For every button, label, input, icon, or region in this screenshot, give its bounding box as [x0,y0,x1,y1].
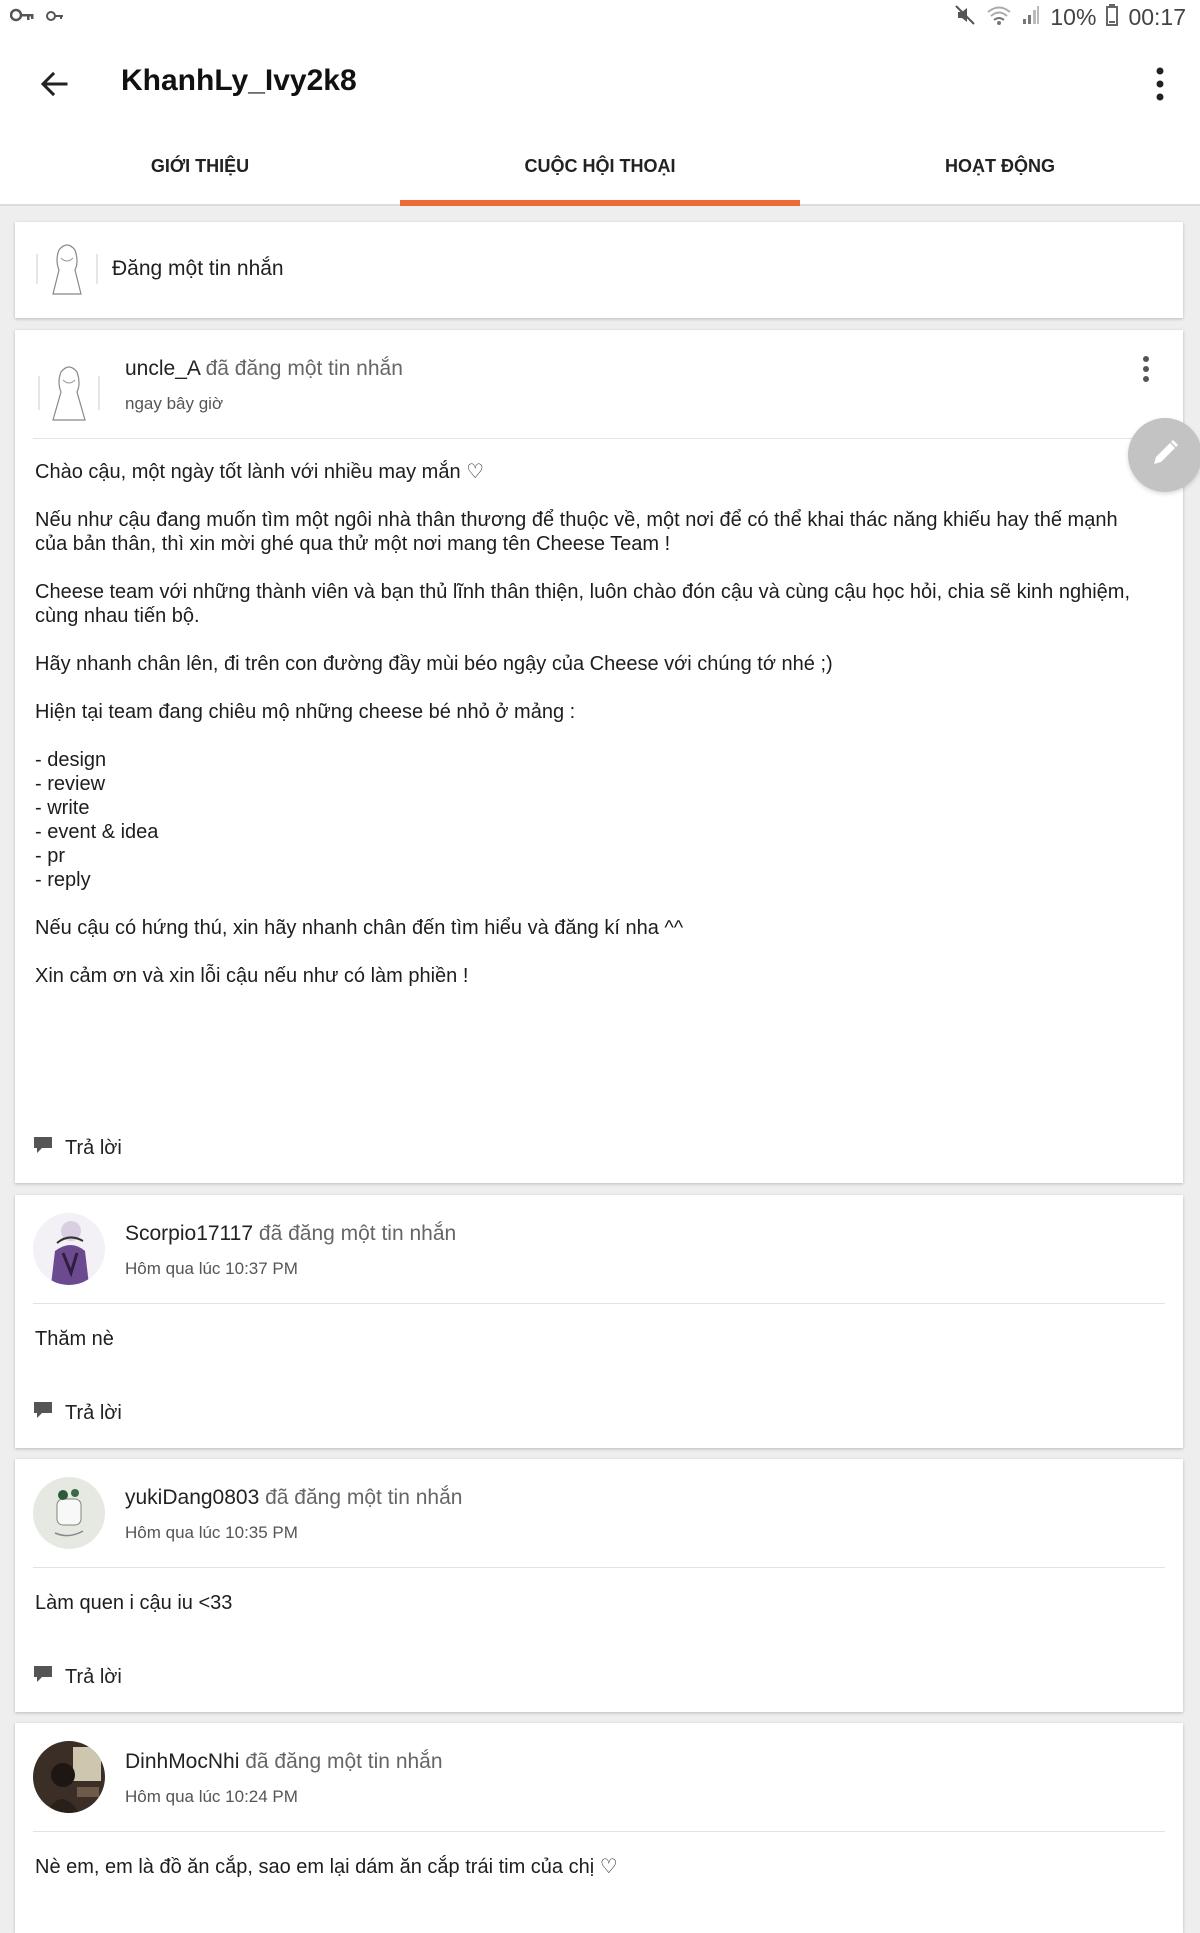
composer-card[interactable]: Đăng một tin nhắn [15,222,1183,318]
author-verb: đã đăng một tin nhắn [258,1222,457,1245]
divider [33,1567,1165,1568]
message-header: Scorpio17117 đã đăng một tin nhắn Hôm qu… [15,1195,1183,1303]
status-bar: 10% 00:17 [0,0,1200,38]
reply-button[interactable]: Trả lời [33,1136,122,1160]
app-bar: KhanhLy_Ivy2k8 [0,38,1200,128]
message-card: DinhMocNhi đã đăng một tin nhắn Hôm qua … [15,1723,1183,1933]
tab-gioi-thieu[interactable]: GIỚI THIỆU [0,128,400,204]
author-name[interactable]: Scorpio17117 [125,1222,253,1245]
divider [33,1831,1165,1832]
mute-icon [954,4,976,31]
battery-percent: 10% [1050,4,1097,30]
message-header: DinhMocNhi đã đăng một tin nhắn Hôm qua … [15,1723,1183,1831]
tab-bar: GIỚI THIỆU CUỘC HỘI THOẠI HOẠT ĐỘNG [0,128,1200,206]
avatar [31,234,103,306]
back-button[interactable] [34,64,74,104]
message-card: Scorpio17117 đã đăng một tin nhắn Hôm qu… [15,1195,1183,1448]
key-icon [9,8,34,27]
message-card: yukiDang0803 đã đăng một tin nhắn Hôm qu… [15,1459,1183,1712]
message-body: Nè em, em là đồ ăn cắp, sao em lại dám ă… [35,1856,618,1878]
more-options-button[interactable] [1140,62,1180,106]
author-verb: đã đăng một tin nhắn [245,1750,443,1773]
tab-cuoc-hoi-thoai[interactable]: CUỘC HỘI THOẠI [400,128,800,206]
reply-label: Trả lời [65,1136,122,1159]
author-verb: đã đăng một tin nhắn [265,1486,463,1509]
message-header: yukiDang0803 đã đăng một tin nhắn Hôm qu… [15,1459,1183,1567]
message-time: Hôm qua lúc 10:24 PM [125,1787,298,1806]
message-menu-button[interactable] [1139,354,1153,384]
signal-icon [1022,5,1040,30]
reply-button[interactable]: Trả lời [33,1401,122,1425]
author-name[interactable]: uncle_A [125,357,200,380]
wifi-icon [986,4,1012,31]
divider [33,1303,1165,1304]
message-author-line: DinhMocNhi đã đăng một tin nhắn [125,1750,443,1774]
message-author-line: Scorpio17117 đã đăng một tin nhắn [125,1222,456,1246]
compose-fab[interactable] [1128,418,1200,492]
message-time: ngay bây giờ [125,394,224,413]
avatar[interactable] [33,358,105,430]
message-time: Hôm qua lúc 10:37 PM [125,1259,298,1278]
message-body: Chào cậu, một ngày tốt lành với nhiều ma… [35,461,1131,987]
key-small-icon [46,9,64,27]
back-arrow-icon [34,71,74,108]
avatar[interactable] [33,1477,105,1549]
author-name[interactable]: yukiDang0803 [125,1486,259,1509]
reply-button[interactable]: Trả lời [33,1665,122,1689]
reply-label: Trả lời [65,1665,122,1688]
more-vert-icon [1139,356,1153,388]
page-title: KhanhLy_Ivy2k8 [121,64,357,97]
message-body: Thăm nè [35,1328,114,1350]
more-vert-icon [1140,67,1180,110]
clock: 00:17 [1128,4,1186,30]
comment-icon [33,1665,53,1689]
divider [33,438,1165,439]
reply-label: Trả lời [65,1401,122,1424]
message-header: uncle_A đã đăng một tin nhắn ngay bây gi… [15,330,1183,438]
comment-icon [33,1401,53,1425]
author-name[interactable]: DinhMocNhi [125,1750,239,1773]
avatar[interactable] [33,1741,105,1813]
author-verb: đã đăng một tin nhắn [205,357,403,380]
message-body: Làm quen i cậu iu <33 [35,1592,233,1614]
composer-label: Đăng một tin nhắn [112,257,284,280]
battery-icon [1106,4,1119,31]
tab-hoat-dong[interactable]: HOẠT ĐỘNG [800,128,1200,204]
comment-icon [33,1136,53,1160]
message-card: uncle_A đã đăng một tin nhắn ngay bây gi… [15,330,1183,1183]
avatar[interactable] [33,1213,105,1285]
message-author-line: yukiDang0803 đã đăng một tin nhắn [125,1486,462,1510]
message-author-line: uncle_A đã đăng một tin nhắn [125,357,403,381]
message-time: Hôm qua lúc 10:35 PM [125,1523,298,1542]
pencil-icon [1150,438,1180,473]
